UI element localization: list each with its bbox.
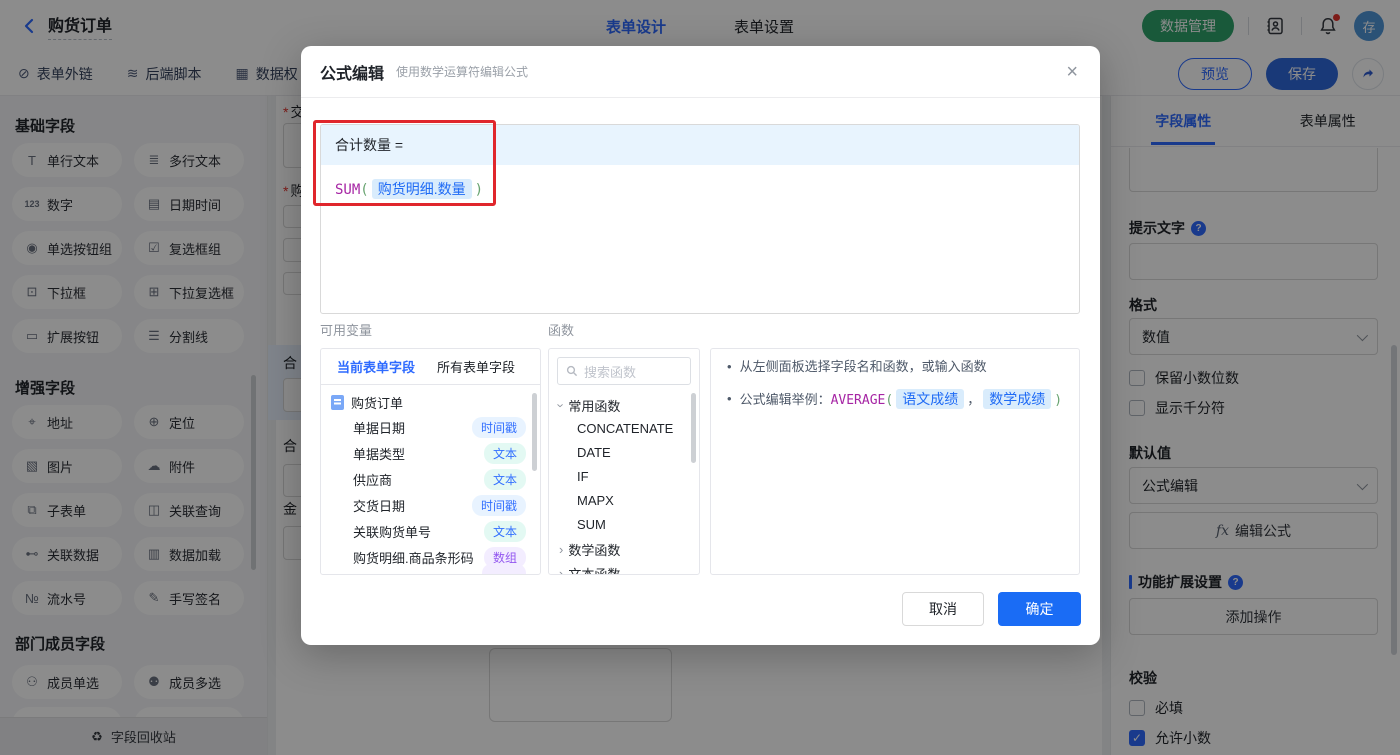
example-field-chip: 语文成绩 bbox=[896, 389, 965, 409]
modal-footer: 取消 确定 bbox=[902, 592, 1081, 626]
type-badge: 文本 bbox=[483, 468, 526, 490]
functions-label: 函数 bbox=[548, 323, 575, 338]
tab-current-form-fields[interactable]: 当前表单字段 bbox=[337, 357, 415, 376]
example-function-name: AVERAGE bbox=[830, 393, 886, 408]
confirm-button[interactable]: 确定 bbox=[998, 592, 1081, 626]
modal-header: 公式编辑 使用数学运算符编辑公式 × bbox=[301, 46, 1100, 98]
function-search[interactable]: 搜索函数 bbox=[557, 357, 691, 385]
function-item[interactable]: MAPX bbox=[549, 489, 699, 513]
chevron-icon: › bbox=[559, 565, 564, 575]
type-badge: 文本 bbox=[483, 520, 526, 542]
form-doc-icon bbox=[331, 395, 344, 410]
function-item[interactable]: DATE bbox=[549, 441, 699, 465]
variable-row[interactable]: 关联购货单号 文本 bbox=[321, 518, 540, 544]
function-group-common[interactable]: › 常用函数 bbox=[549, 393, 699, 417]
variable-row[interactable]: 供应商 文本 bbox=[321, 466, 540, 492]
search-placeholder: 搜索函数 bbox=[584, 364, 637, 380]
type-badge: 文本 bbox=[483, 442, 526, 464]
variable-row[interactable]: 单据类型 文本 bbox=[321, 440, 540, 466]
formula-target: 合计数量 = bbox=[321, 125, 1079, 165]
type-badge: 时间戳 bbox=[471, 416, 526, 438]
close-icon[interactable]: × bbox=[1066, 62, 1078, 82]
formula-expression[interactable]: SUM(购货明细.数量) bbox=[321, 165, 1079, 213]
functions-scrollbar[interactable] bbox=[691, 393, 696, 463]
functions-panel: 搜索函数 › 常用函数 CONCATENATE DATE IF MAPX SUM … bbox=[548, 348, 700, 575]
function-item[interactable]: SUM bbox=[549, 513, 699, 537]
tips-panel: • 从左侧面板选择字段名和函数，或输入函数 • 公式编辑举例：AVERAGE(语… bbox=[710, 348, 1080, 575]
modal-title: 公式编辑 bbox=[320, 65, 385, 83]
chevron-icon: › bbox=[553, 402, 569, 408]
cancel-button[interactable]: 取消 bbox=[902, 592, 984, 626]
function-item[interactable]: IF bbox=[549, 465, 699, 489]
type-badge: 时间戳 bbox=[471, 494, 526, 516]
variables-scrollbar[interactable] bbox=[532, 393, 537, 471]
example-field-chip: 数学成绩 bbox=[983, 389, 1052, 409]
tip-example-line: • 公式编辑举例：AVERAGE(语文成绩，数学成绩) bbox=[727, 389, 1063, 409]
formula-editor[interactable]: 合计数量 = SUM(购货明细.数量) bbox=[320, 124, 1080, 314]
function-group-math[interactable]: › 数学函数 bbox=[549, 537, 699, 561]
variables-tabs: 当前表单字段 所有表单字段 bbox=[321, 349, 540, 385]
variables-panel: 当前表单字段 所有表单字段 购货订单 单据日期 时间戳 单据类型 文本 供应商 文本 … bbox=[320, 348, 541, 575]
function-item[interactable]: CONCATENATE bbox=[549, 417, 699, 441]
variable-row[interactable]: 交货日期 时间戳 bbox=[321, 492, 540, 518]
tab-all-form-fields[interactable]: 所有表单字段 bbox=[437, 357, 515, 376]
function-name: SUM bbox=[335, 182, 361, 198]
chevron-icon: › bbox=[559, 541, 564, 557]
tip-line: • 从左侧面板选择字段名和函数，或输入函数 bbox=[727, 359, 987, 374]
variables-root[interactable]: 购货订单 bbox=[321, 385, 540, 414]
field-chip[interactable]: 购货明细.数量 bbox=[371, 179, 472, 199]
formula-edit-modal: 公式编辑 使用数学运算符编辑公式 × 合计数量 = SUM(购货明细.数量) 可… bbox=[301, 46, 1100, 645]
modal-subtitle: 使用数学运算符编辑公式 bbox=[396, 65, 529, 79]
search-icon bbox=[566, 365, 578, 377]
function-group-text[interactable]: › 文本函数 bbox=[549, 561, 699, 575]
variables-label: 可用变量 bbox=[320, 323, 373, 338]
clipped-badge bbox=[482, 564, 526, 574]
variable-row[interactable]: 单据日期 时间戳 bbox=[321, 414, 540, 440]
